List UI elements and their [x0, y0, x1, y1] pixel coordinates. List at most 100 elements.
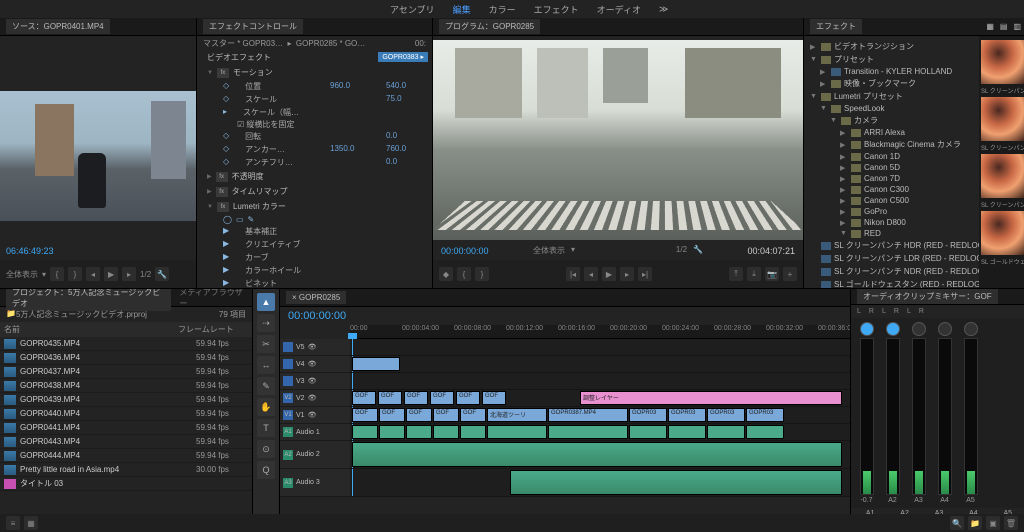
timeline-clips-area[interactable]: GOFGOFGOFGOFGOFGOF調整レイヤーGOFGOFGOFGOFGOF北…: [350, 339, 850, 497]
menu-audio[interactable]: オーディオ: [597, 3, 641, 16]
play-icon[interactable]: ▶: [602, 267, 616, 281]
ec-lumetri-item[interactable]: ▶基本補正: [197, 225, 432, 238]
timeline-audio-clip[interactable]: [352, 442, 842, 467]
source-timecode[interactable]: 06:46:49:23: [6, 246, 54, 256]
project-item[interactable]: GOPR0437.MP459.94 fps: [0, 365, 252, 379]
preset-thumb[interactable]: SL ゴールドウェ…: [981, 211, 1024, 266]
source-scale[interactable]: 1/2: [140, 270, 151, 279]
tool-button[interactable]: ✋: [257, 398, 275, 416]
export-frame-icon[interactable]: 📷: [765, 267, 779, 281]
timeline-audio-clip[interactable]: [433, 425, 459, 439]
timeline-audio-clip[interactable]: [379, 425, 405, 439]
video-track-header[interactable]: V1V1👁: [280, 407, 350, 424]
preset-thumb[interactable]: SL クリーンパン…: [981, 40, 1024, 95]
tool-button[interactable]: T: [257, 419, 275, 437]
mark-in-icon[interactable]: {: [457, 267, 471, 281]
timeline-clip[interactable]: GOF: [482, 391, 506, 405]
project-item[interactable]: GOPR0436.MP459.94 fps: [0, 351, 252, 365]
adjustment-layer-clip[interactable]: 調整レイヤー: [580, 391, 842, 405]
icon-view-icon[interactable]: ▦: [24, 516, 38, 519]
timeline-clip[interactable]: GOPR0387.MP4: [548, 408, 628, 422]
settings-icon[interactable]: +: [783, 267, 797, 281]
ec-timeremap[interactable]: ▶fxタイムリマップ: [197, 184, 432, 199]
mixer-tab[interactable]: オーディオクリップミキサー：GOF: [857, 289, 998, 304]
timeline-tab[interactable]: × GOPR0285: [286, 291, 346, 304]
timeline-clip[interactable]: 北海道ツーリ: [487, 408, 547, 422]
timeline-clip[interactable]: GOF: [378, 391, 402, 405]
mixer-channel[interactable]: -0.7: [855, 322, 878, 504]
timeline-clip[interactable]: GOF: [433, 408, 459, 422]
ec-lumetri-item[interactable]: ▶カラーホイール: [197, 264, 432, 277]
step-fwd-icon[interactable]: ▸: [122, 267, 136, 281]
ec-lumetri-item[interactable]: ▶カーブ: [197, 251, 432, 264]
timeline-audio-clip[interactable]: [487, 425, 547, 439]
mark-out-icon[interactable]: }: [475, 267, 489, 281]
ec-antiflicker[interactable]: ◇アンチフリ…0.0: [197, 156, 432, 169]
tool-button[interactable]: ↔: [257, 356, 275, 374]
mixer-channel[interactable]: A5: [959, 322, 982, 504]
timeline-audio-clip[interactable]: [352, 425, 378, 439]
menu-color[interactable]: カラー: [489, 3, 516, 16]
menu-assembly[interactable]: アセンブリ: [390, 3, 435, 16]
lift-icon[interactable]: ⤒: [729, 267, 743, 281]
project-columns-header[interactable]: 名前 フレームレート: [0, 322, 252, 337]
preset-thumb[interactable]: SL クリーンパン…: [981, 97, 1024, 152]
timeline-audio-clip[interactable]: [707, 425, 745, 439]
menu-more[interactable]: ≫: [659, 4, 668, 15]
ec-scale-w[interactable]: ▸スケール（幅…: [197, 106, 432, 119]
project-item[interactable]: GOPR0435.MP459.94 fps: [0, 337, 252, 351]
timeline-audio-clip[interactable]: [460, 425, 486, 439]
program-tab[interactable]: プログラム：GOPR0285: [439, 19, 540, 34]
effects-tab[interactable]: エフェクト: [810, 19, 862, 34]
effects-view-icon[interactable]: ▥: [1013, 22, 1021, 31]
wrench-icon[interactable]: 🔧: [693, 245, 703, 256]
source-tab[interactable]: ソース：GOPR0401.MP4: [6, 19, 110, 34]
project-item[interactable]: Pretty little road in Asia.mp430.00 fps: [0, 463, 252, 477]
project-item-list[interactable]: GOPR0435.MP459.94 fpsGOPR0436.MP459.94 f…: [0, 337, 252, 491]
timeline-audio-clip[interactable]: [406, 425, 432, 439]
timeline-audio-clip[interactable]: [510, 470, 842, 495]
menu-effects[interactable]: エフェクト: [534, 3, 579, 16]
timeline-clip[interactable]: GOPR03: [746, 408, 784, 422]
timeline-clip[interactable]: GOF: [460, 408, 486, 422]
project-item[interactable]: GOPR0440.MP459.94 fps: [0, 407, 252, 421]
tool-button[interactable]: ✂: [257, 335, 275, 353]
ec-lumetri-masks[interactable]: ◯▭✎: [197, 214, 432, 225]
timeline-clip[interactable]: GOF: [404, 391, 428, 405]
ec-lumetri-item[interactable]: ▶ビネット: [197, 277, 432, 288]
tool-button[interactable]: ▲: [257, 293, 275, 311]
timeline-clip[interactable]: GOF: [352, 391, 376, 405]
preset-thumb[interactable]: SL クリーンパン…: [981, 154, 1024, 209]
project-item[interactable]: GOPR0441.MP459.94 fps: [0, 421, 252, 435]
goto-in-icon[interactable]: |◂: [566, 267, 580, 281]
source-fit-dropdown[interactable]: 全体表示: [6, 269, 38, 280]
ec-rotation[interactable]: ◇回転0.0: [197, 130, 432, 143]
ec-lumetri[interactable]: ▼fxLumetri カラー: [197, 199, 432, 214]
timeline-clip[interactable]: GOF: [379, 408, 405, 422]
timeline-ruler[interactable]: 00:0000:00:04:0000:00:08:0000:00:12:0000…: [350, 325, 850, 339]
program-tc-in[interactable]: 00:00:00:00: [441, 246, 489, 256]
menu-editing[interactable]: 編集: [453, 3, 471, 16]
ec-lumetri-item[interactable]: ▶クリエイティブ: [197, 238, 432, 251]
ec-anchor[interactable]: ◇アンカー…1350.0760.0: [197, 143, 432, 156]
mixer-channel[interactable]: A4: [933, 322, 956, 504]
media-browser-tab[interactable]: メディアブラウザー: [179, 289, 246, 309]
extract-icon[interactable]: ⤓: [747, 267, 761, 281]
project-item[interactable]: タイトル 03: [0, 477, 252, 491]
timeline-clip[interactable]: GOF: [430, 391, 454, 405]
timeline-audio-clip[interactable]: [548, 425, 628, 439]
step-fwd-icon[interactable]: ▸: [620, 267, 634, 281]
timeline-clip[interactable]: GOPR03: [707, 408, 745, 422]
track-headers[interactable]: V5👁V4👁V3👁V2V2👁V1V1👁A1Audio 1A2Audio 2A3A…: [280, 339, 350, 497]
timeline-audio-clip[interactable]: [668, 425, 706, 439]
timeline-audio-clip[interactable]: [629, 425, 667, 439]
wrench-icon[interactable]: 🔧: [155, 267, 169, 281]
project-item[interactable]: GOPR0438.MP459.94 fps: [0, 379, 252, 393]
audio-track-header[interactable]: A1Audio 1: [280, 424, 350, 441]
video-track-header[interactable]: V5👁: [280, 339, 350, 356]
workspace-menu[interactable]: アセンブリ 編集 カラー エフェクト オーディオ ≫: [0, 0, 1024, 18]
play-icon[interactable]: ▶: [104, 267, 118, 281]
list-view-icon[interactable]: ≡: [6, 516, 20, 519]
timeline-clip[interactable]: GOF: [352, 408, 378, 422]
timeline-clip[interactable]: GOPR03: [668, 408, 706, 422]
